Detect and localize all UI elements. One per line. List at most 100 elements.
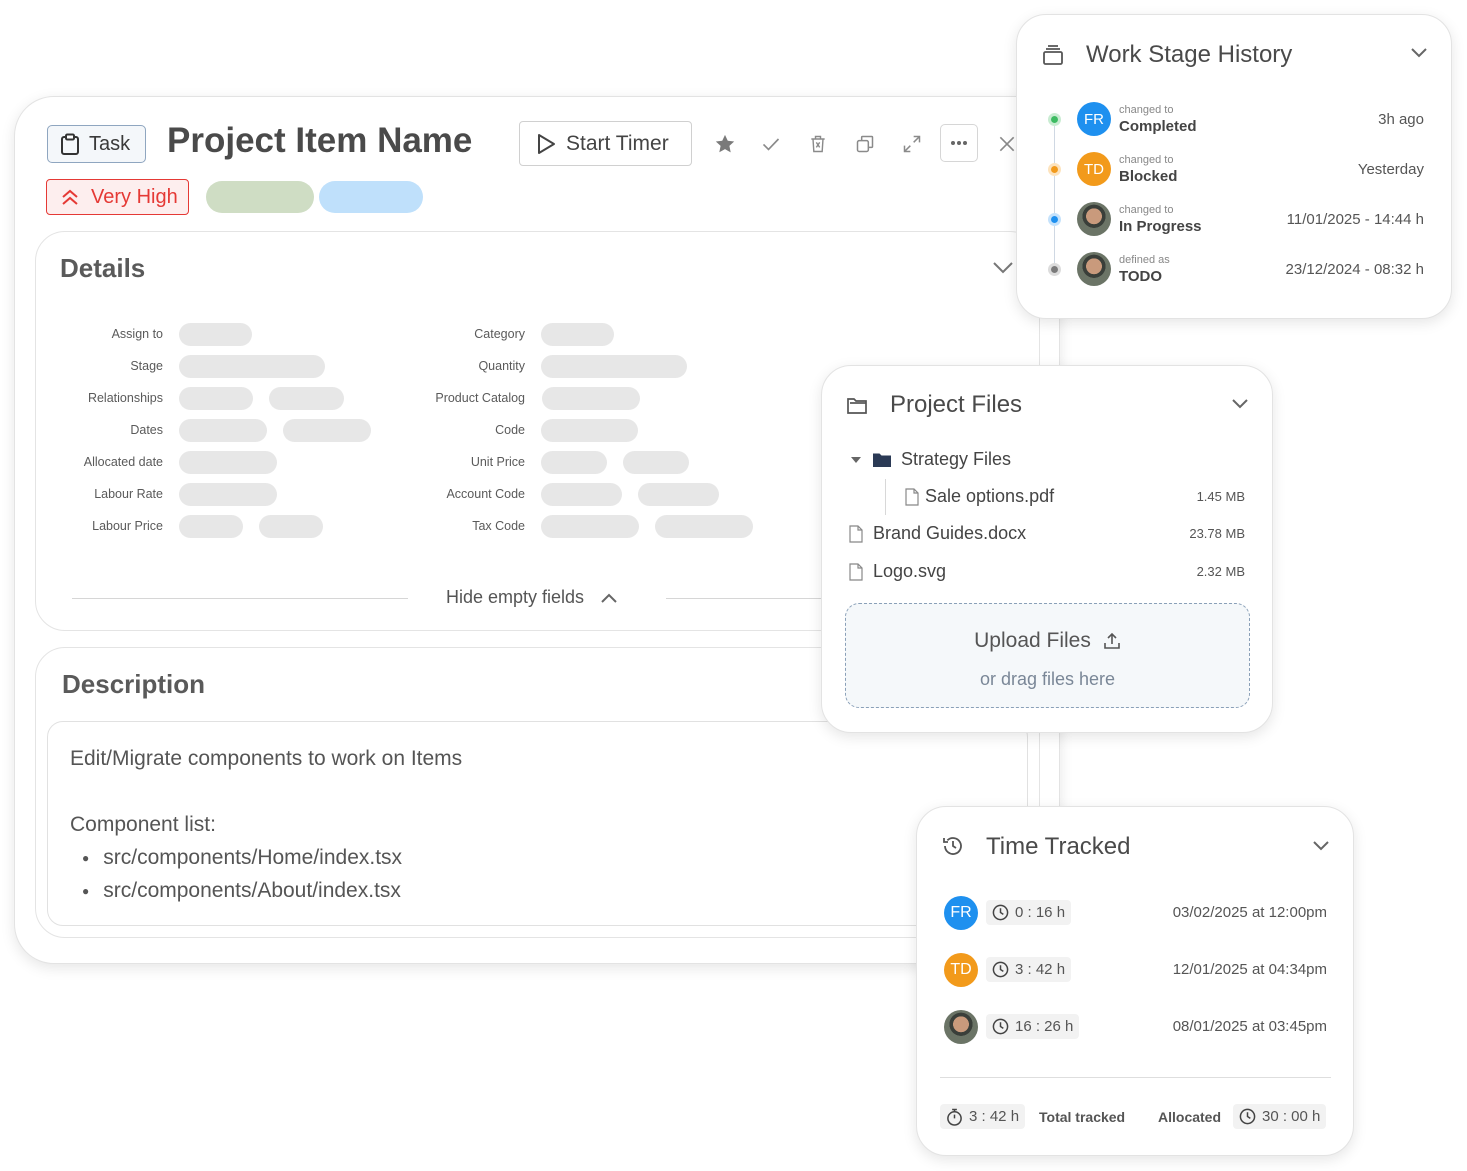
expand-icon[interactable] xyxy=(899,131,925,157)
trash-icon[interactable] xyxy=(805,131,831,157)
avatar xyxy=(1077,252,1111,286)
timeline-dot xyxy=(1048,163,1061,176)
field-label: Unit Price xyxy=(470,455,525,469)
clipboard-icon xyxy=(60,133,80,155)
upload-label: Upload Files xyxy=(974,629,1091,652)
field-value-placeholder[interactable] xyxy=(541,419,638,442)
priority-badge[interactable]: Very High xyxy=(46,179,189,215)
dot-core xyxy=(1051,216,1058,223)
duration-value: 16 : 26 h xyxy=(1015,1018,1074,1035)
time-date: 12/01/2025 at 04:34pm xyxy=(1172,961,1327,978)
field-label: Tax Code xyxy=(472,519,525,533)
field-value-placeholder[interactable] xyxy=(179,355,325,378)
priority-up-icon xyxy=(60,187,80,207)
field-value-placeholder[interactable] xyxy=(541,451,607,474)
history-caption: changed to xyxy=(1119,104,1174,116)
field-label: Stage xyxy=(130,359,163,373)
field-value-placeholder[interactable] xyxy=(179,451,277,474)
description-title: Description xyxy=(62,669,206,699)
chevron-down-icon[interactable] xyxy=(1310,835,1332,857)
file-icon xyxy=(849,562,863,581)
history-title: Work Stage History xyxy=(1086,41,1293,68)
field-value-placeholder[interactable] xyxy=(269,387,344,410)
duration-chip: 3 : 42 h xyxy=(986,957,1072,982)
upload-title-row: Upload Files xyxy=(846,629,1249,653)
field-label: Relationships xyxy=(87,391,163,405)
chevron-down-icon[interactable] xyxy=(1229,393,1251,415)
play-icon xyxy=(536,133,556,155)
chevron-down-icon[interactable] xyxy=(1408,42,1430,64)
clock-icon xyxy=(992,1018,1009,1035)
folder-row[interactable]: Strategy Files xyxy=(849,449,1011,470)
avatar: FR xyxy=(1077,102,1111,136)
upload-dropzone[interactable]: Upload Files or drag files here xyxy=(845,603,1250,708)
field-value-placeholder[interactable] xyxy=(638,483,719,506)
hide-empty-fields-toggle[interactable]: Hide empty fields xyxy=(446,587,618,608)
total-value: 3 : 42 h xyxy=(969,1108,1020,1125)
field-value-placeholder[interactable] xyxy=(541,483,622,506)
allocated-value: 30 : 00 h xyxy=(1262,1108,1321,1125)
bullet-item: ● src/components/Home/index.tsx xyxy=(82,846,402,871)
description-line: Edit/Migrate components to work on Items xyxy=(70,747,463,770)
start-timer-label: Start Timer xyxy=(566,131,669,155)
priority-label: Very High xyxy=(91,185,178,208)
item-type-label: Task xyxy=(89,132,131,155)
file-size: 23.78 MB xyxy=(1189,526,1245,541)
clock-icon xyxy=(1239,1108,1256,1125)
file-row[interactable]: Brand Guides.docx xyxy=(849,523,1026,544)
tag-chip[interactable] xyxy=(206,181,314,213)
avatar: FR xyxy=(944,896,978,930)
bullet-text: src/components/About/index.tsx xyxy=(103,879,401,902)
file-size: 2.32 MB xyxy=(1196,564,1245,579)
duration-value: 3 : 42 h xyxy=(1015,961,1066,978)
divider xyxy=(666,598,826,599)
avatar: TD xyxy=(1077,152,1111,186)
chevron-down-icon[interactable] xyxy=(990,255,1016,281)
description-line: Component list: xyxy=(70,813,216,836)
field-label: Labour Rate xyxy=(94,487,163,501)
field-value-placeholder[interactable] xyxy=(179,419,267,442)
page-title: Project Item Name xyxy=(167,121,473,160)
star-icon[interactable] xyxy=(712,131,738,157)
caret-down-icon xyxy=(849,455,863,465)
field-label: Category xyxy=(474,327,525,341)
upload-icon xyxy=(1103,632,1121,650)
field-value-placeholder[interactable] xyxy=(179,387,253,410)
history-caption: defined as xyxy=(1119,254,1170,266)
field-value-placeholder[interactable] xyxy=(283,419,371,442)
field-value-placeholder[interactable] xyxy=(259,515,323,538)
field-label: Dates xyxy=(130,423,163,437)
start-timer-button[interactable]: Start Timer xyxy=(519,121,692,166)
clock-icon xyxy=(992,904,1009,921)
duration-chip: 16 : 26 h xyxy=(986,1014,1080,1039)
check-icon[interactable] xyxy=(758,131,784,157)
file-size: 1.45 MB xyxy=(1196,489,1245,504)
chevron-up-icon xyxy=(600,592,618,604)
field-value-placeholder[interactable] xyxy=(541,515,639,538)
timeline-dot xyxy=(1048,213,1061,226)
file-icon xyxy=(905,487,919,506)
file-row[interactable]: Logo.svg xyxy=(849,561,946,582)
field-value-placeholder[interactable] xyxy=(623,451,689,474)
field-label: Account Code xyxy=(446,487,525,501)
total-chip: 3 : 42 h xyxy=(940,1104,1026,1129)
field-label: Assign to xyxy=(111,327,163,341)
allocated-chip: 30 : 00 h xyxy=(1233,1104,1327,1129)
file-name: Logo.svg xyxy=(873,561,947,581)
field-value-placeholder[interactable] xyxy=(179,483,277,506)
copy-icon[interactable] xyxy=(852,131,878,157)
tag-chip[interactable] xyxy=(319,181,423,213)
field-value-placeholder[interactable] xyxy=(541,323,614,346)
field-value-placeholder[interactable] xyxy=(542,387,640,410)
field-value-placeholder[interactable] xyxy=(179,323,252,346)
history-time: 3h ago xyxy=(1378,111,1424,128)
field-value-placeholder[interactable] xyxy=(541,355,687,378)
item-type-chip[interactable]: Task xyxy=(47,125,146,163)
field-value-placeholder[interactable] xyxy=(179,515,243,538)
more-icon[interactable] xyxy=(940,124,978,162)
field-value-placeholder[interactable] xyxy=(655,515,753,538)
bullet-dot: ● xyxy=(82,884,90,898)
folder-icon xyxy=(845,393,871,419)
history-stage: In Progress xyxy=(1119,218,1202,235)
file-row[interactable]: Sale options.pdf xyxy=(905,486,1054,507)
